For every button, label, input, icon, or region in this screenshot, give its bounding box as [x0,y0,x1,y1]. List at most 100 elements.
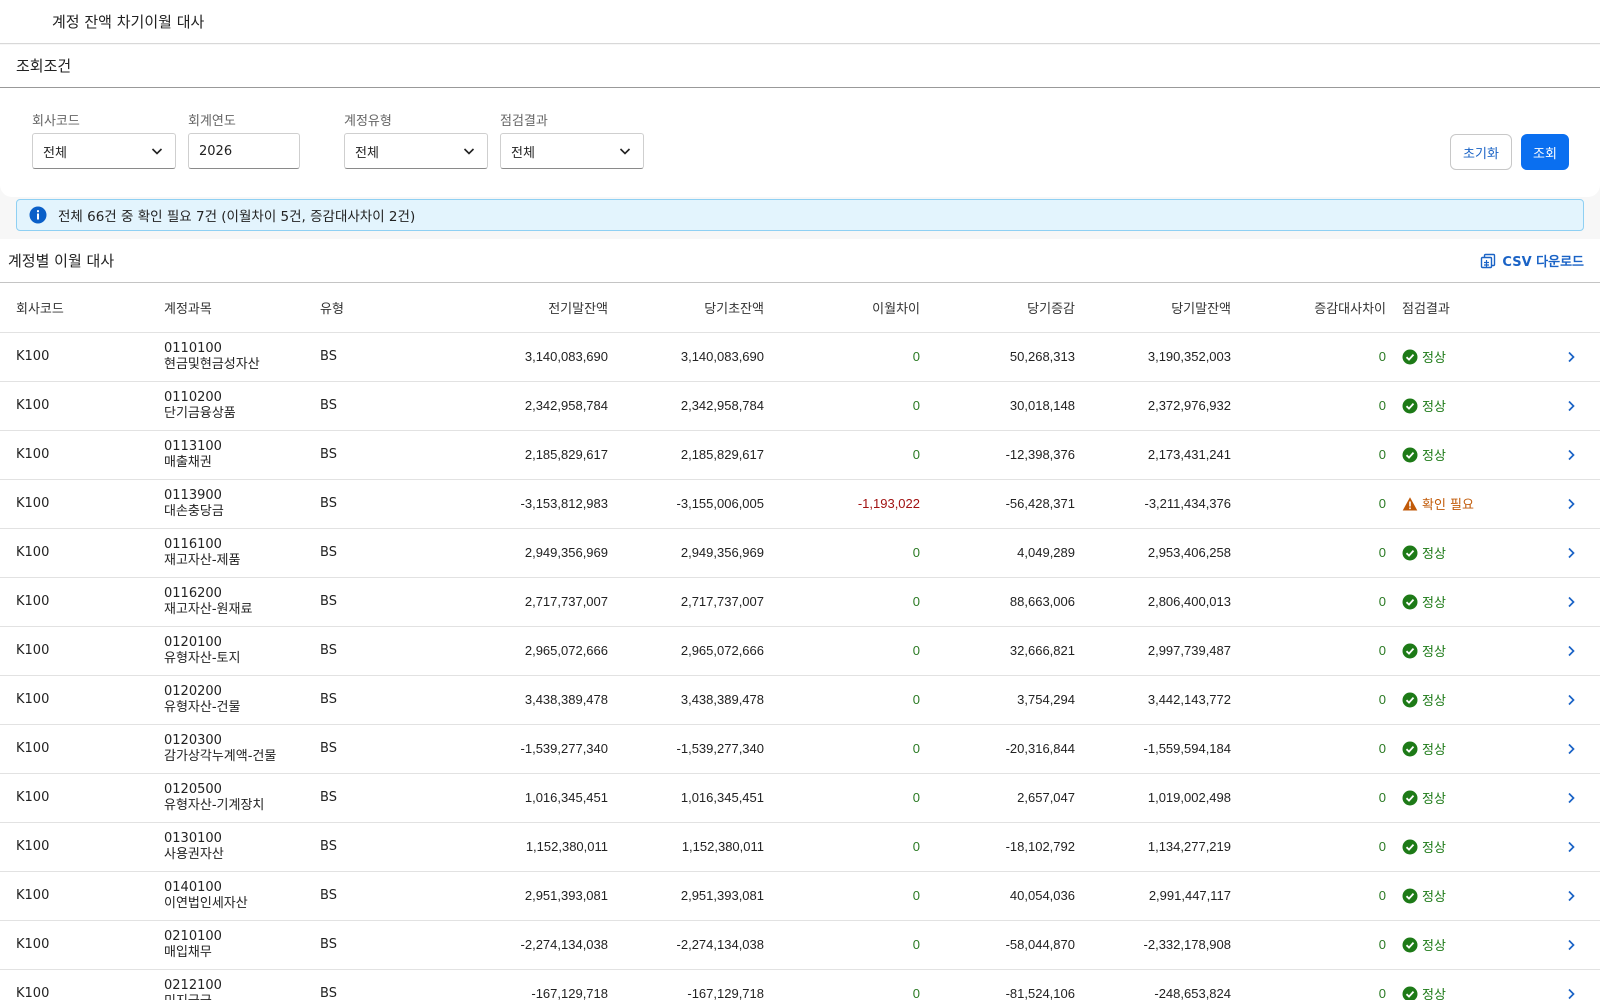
cell-status: 정상 [1392,773,1552,823]
check-result-field: 점검결과 전체 [500,110,644,169]
cell-cur-end: 3,442,143,772 [1081,675,1237,725]
table-row[interactable]: K100 0120300 감가상각누계액-건물 BS -1,539,277,340 -1,… [0,724,1600,774]
col-header-type[interactable]: 유형 [308,283,462,333]
col-header-carry-diff[interactable]: 이월차이 [770,283,926,333]
account-code: 0116100 [164,536,222,552]
account-type-select[interactable]: 전체 [344,133,488,169]
table-row[interactable]: K100 0113900 대손충당금 BS -3,153,812,983 -3,155,0… [0,479,1600,529]
table-row[interactable]: K100 0130100 사용권자산 BS 1,152,380,011 1,152,380… [0,822,1600,872]
col-header-cur-end[interactable]: 당기말잔액 [1081,283,1237,333]
info-circle-icon [29,206,47,224]
company-code-select[interactable]: 전체 [32,133,176,169]
cell-recon-diff: 0 [1237,871,1392,921]
table-row[interactable]: K100 0120200 유형자산-건물 BS 3,438,389,478 3,438,3… [0,675,1600,725]
table-row[interactable]: K100 0116200 재고자산-원재료 BS 2,717,737,007 2,717,… [0,577,1600,627]
row-detail-button[interactable] [1552,528,1600,578]
cell-type: BS [308,332,462,382]
account-name: 이연법인세자산 [164,895,248,911]
cell-carry-diff: 0 [770,920,926,970]
cell-recon-diff: 0 [1237,479,1392,529]
row-detail-button[interactable] [1552,871,1600,921]
cell-company: K100 [0,969,152,1000]
cell-type: BS [308,724,462,774]
cell-change: 4,049,289 [926,528,1081,578]
table-row[interactable]: K100 0110200 단기금융상품 BS 2,342,958,784 2,342,95… [0,381,1600,431]
cell-cur-end: -248,653,824 [1081,969,1237,1000]
table-row[interactable]: K100 0120100 유형자산-토지 BS 2,965,072,666 2,965,0… [0,626,1600,676]
chevron-right-icon [1568,939,1575,950]
cell-carry-diff: 0 [770,577,926,627]
csv-download-button[interactable]: CSV 다운로드 [1480,251,1584,270]
status-badge: 확인 필요 [1392,494,1552,513]
account-name: 감가상각누계액-건물 [164,748,277,764]
col-header-account[interactable]: 계정과목 [152,283,308,333]
status-badge: 정상 [1392,690,1552,709]
status-badge: 정상 [1392,445,1552,464]
row-detail-button[interactable] [1552,479,1600,529]
row-detail-button[interactable] [1552,920,1600,970]
account-type-value: 전체 [355,145,379,161]
account-code: 0110100 [164,340,222,356]
row-detail-button[interactable] [1552,381,1600,431]
cell-prev-end: 2,949,356,969 [462,528,614,578]
col-header-cur-begin[interactable]: 당기초잔액 [614,283,770,333]
cell-cur-end: 2,991,447,117 [1081,871,1237,921]
check-circle-icon [1402,790,1418,805]
status-label: 정상 [1422,547,1446,562]
search-button[interactable]: 조회 [1521,134,1569,170]
status-label: 정상 [1422,400,1446,415]
cell-change: 30,018,148 [926,381,1081,431]
table-row[interactable]: K100 0140100 이연법인세자산 BS 2,951,393,081 2,951,3… [0,871,1600,921]
cell-prev-end: 2,965,072,666 [462,626,614,676]
cell-carry-diff: 0 [770,773,926,823]
col-header-recon-diff[interactable]: 증감대사차이 [1237,283,1392,333]
chevron-right-icon [1568,890,1575,901]
table-row[interactable]: K1000212100미지급금BS-167,129,718-167,129,71… [0,969,1600,1000]
info-banner: 전체 66건 중 확인 필요 7건 (이월차이 5건, 증감대사차이 2건) [16,199,1584,231]
cell-change: 50,268,313 [926,332,1081,382]
col-header-company[interactable]: 회사코드 [0,283,152,333]
row-detail-button[interactable] [1552,969,1600,1000]
col-header-change[interactable]: 당기증감 [926,283,1081,333]
table-row[interactable]: K100 0120500 유형자산-기계장치 BS 1,016,345,451 1,016… [0,773,1600,823]
cell-recon-diff: 0 [1237,381,1392,431]
row-detail-button[interactable] [1552,577,1600,627]
account-code: 0120500 [164,781,222,797]
status-label: 정상 [1422,841,1446,856]
col-header-status[interactable]: 점검결과 [1392,283,1552,333]
status-label: 정상 [1422,645,1446,660]
cell-status: 정상 [1392,871,1552,921]
cell-company: K100 [0,773,152,823]
table-row[interactable]: K100 0113100 매출채권 BS 2,185,829,617 2,185,829,… [0,430,1600,480]
row-detail-button[interactable] [1552,675,1600,725]
cell-status: 정상 [1392,822,1552,872]
col-header-prev-end[interactable]: 전기말잔액 [462,283,614,333]
check-circle-icon [1402,839,1418,854]
cell-status: 정상 [1392,577,1552,627]
table-row[interactable]: K100 0110100 현금및현금성자산 BS 3,140,083,690 3,140,… [0,332,1600,382]
row-detail-button[interactable] [1552,626,1600,676]
reset-button[interactable]: 초기화 [1450,134,1512,170]
row-detail-button[interactable] [1552,724,1600,774]
check-result-value: 전체 [511,145,535,161]
table-row[interactable]: K100 0210100 매입채무 BS -2,274,134,038 -2,274,13… [0,920,1600,970]
account-type-label: 계정유형 [344,114,392,129]
cell-company: K100 [0,822,152,872]
fiscal-year-input[interactable]: 2026 [188,133,300,169]
table-header-row: 회사코드 계정과목 유형 전기말잔액 당기초잔액 이월차이 당기증감 당기말잔액… [0,283,1600,333]
cell-cur-begin: -1,539,277,340 [614,724,770,774]
cell-status: 정상 [1392,528,1552,578]
cell-recon-diff: 0 [1237,920,1392,970]
row-detail-button[interactable] [1552,332,1600,382]
top-bar: 계정 잔액 차기이월 대사 [0,0,1600,44]
check-circle-icon [1402,888,1418,903]
row-detail-button[interactable] [1552,430,1600,480]
cell-status: 정상 [1392,332,1552,382]
cell-carry-diff: 0 [770,430,926,480]
cell-change: 2,657,047 [926,773,1081,823]
cell-carry-diff: 0 [770,381,926,431]
row-detail-button[interactable] [1552,822,1600,872]
table-row[interactable]: K100 0116100 재고자산-제품 BS 2,949,356,969 2,949,3… [0,528,1600,578]
check-result-select[interactable]: 전체 [500,133,644,169]
row-detail-button[interactable] [1552,773,1600,823]
